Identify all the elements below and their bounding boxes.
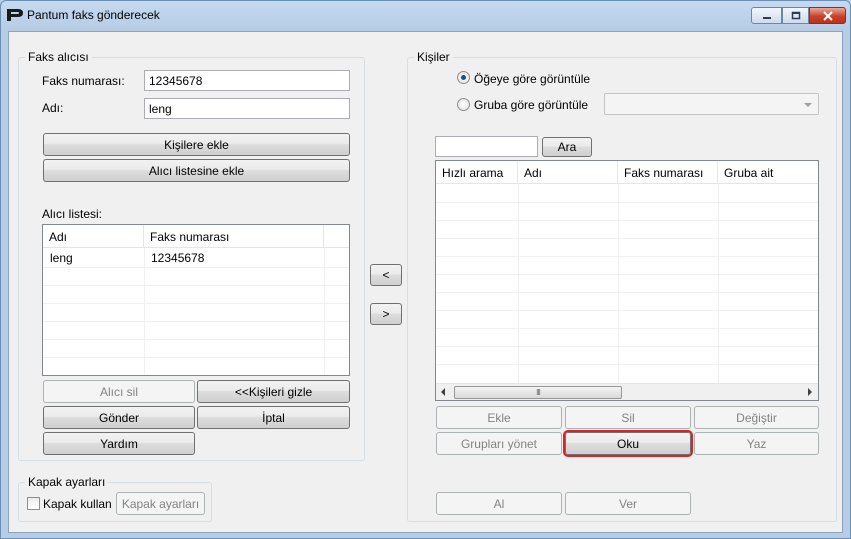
chevron-down-icon [804, 103, 812, 107]
grid-line [436, 364, 818, 365]
cover-settings-button[interactable]: Kapak ayarları [116, 492, 205, 515]
view-by-item-label[interactable]: Öğeye göre görüntüle [474, 72, 590, 86]
close-icon [822, 10, 833, 21]
recipient-list-header: Adı Faks numarası [43, 225, 349, 248]
column-header-speed-dial[interactable]: Hızlı arama [436, 161, 518, 184]
add-to-recipients-button[interactable]: Alıcı listesine ekle [43, 159, 350, 182]
close-button[interactable] [809, 7, 846, 24]
scroll-thumb[interactable]: III [454, 386, 622, 399]
grid-line [618, 184, 619, 384]
move-left-button[interactable]: < [370, 264, 402, 286]
scroll-right-icon[interactable] [808, 388, 812, 396]
horizontal-scrollbar[interactable]: III [436, 383, 818, 400]
cover-group-title: Kapak ayarları [25, 475, 109, 489]
dialog-client-area: Faks alıcısı Faks numarası: Adı: Kişiler… [8, 31, 843, 533]
fax-number-label: Faks numarası: [42, 74, 125, 88]
recipient-group-title: Faks alıcısı [25, 50, 92, 64]
recipient-list-label: Alıcı listesi: [42, 207, 103, 221]
contacts-group: Kişiler Öğeye göre görüntüle Gruba göre … [407, 50, 837, 522]
cover-settings-group: Kapak ayarları Kapak kullan Kapak ayarla… [18, 475, 212, 522]
contacts-search-input[interactable] [435, 136, 538, 157]
grid-line [43, 303, 349, 304]
grid-line [43, 285, 349, 286]
contacts-list[interactable]: Hızlı arama Adı Faks numarası Gruba ait [435, 160, 819, 401]
minimize-icon [762, 16, 771, 19]
column-header-name[interactable]: Adı [518, 161, 618, 184]
give-button[interactable]: Ver [565, 492, 691, 515]
maximize-icon [791, 11, 800, 20]
contacts-group-title: Kişiler [414, 50, 453, 64]
use-cover-checkbox[interactable] [27, 497, 40, 510]
move-right-button[interactable]: > [370, 303, 402, 325]
write-button[interactable]: Yaz [694, 432, 819, 455]
view-by-item-radio[interactable] [457, 71, 470, 84]
view-by-group-label[interactable]: Gruba göre görüntüle [474, 98, 588, 112]
fax-window: Pantum faks gönderecek Faks alıcısı Faks… [0, 0, 851, 539]
scroll-left-icon[interactable] [441, 388, 445, 396]
edit-contact-button[interactable]: Değiştir [694, 406, 819, 429]
fax-number-input[interactable] [144, 70, 350, 91]
group-select[interactable] [604, 93, 819, 115]
use-cover-label[interactable]: Kapak kullan [43, 497, 112, 511]
grid-line [436, 310, 818, 311]
manage-groups-button[interactable]: Grupları yönet [436, 432, 562, 455]
grid-line [43, 267, 349, 268]
grid-line [43, 321, 349, 322]
grid-line [436, 292, 818, 293]
table-row[interactable]: leng 12345678 [43, 249, 324, 267]
search-button[interactable]: Ara [542, 137, 592, 157]
column-header-spare [324, 225, 349, 248]
cancel-button[interactable]: İptal [197, 406, 350, 429]
minimize-button[interactable] [751, 7, 782, 24]
grid-line [436, 202, 818, 203]
view-by-group-radio[interactable] [457, 98, 470, 111]
row-name: leng [50, 251, 73, 265]
window-title: Pantum faks gönderecek [27, 8, 160, 22]
maximize-button[interactable] [782, 7, 809, 24]
receive-button[interactable]: Al [436, 492, 562, 515]
grid-line [436, 256, 818, 257]
column-header-group[interactable]: Gruba ait [718, 161, 818, 184]
contacts-list-header: Hızlı arama Adı Faks numarası Gruba ait [436, 161, 818, 184]
recipient-list[interactable]: Adı Faks numarası leng 12345678 [42, 224, 350, 376]
column-header-name[interactable]: Adı [43, 225, 144, 248]
name-label: Adı: [42, 101, 64, 115]
grid-line [436, 328, 818, 329]
grid-line [436, 238, 818, 239]
column-header-fax[interactable]: Faks numarası [618, 161, 718, 184]
delete-recipient-button[interactable]: Alıcı sil [43, 380, 195, 403]
read-button[interactable]: Oku [563, 430, 693, 457]
recipient-group: Faks alıcısı Faks numarası: Adı: Kişiler… [18, 50, 365, 461]
row-fax: 12345678 [151, 251, 205, 265]
add-to-contacts-button[interactable]: Kişilere ekle [43, 133, 350, 156]
title-bar[interactable]: Pantum faks gönderecek [1, 1, 850, 29]
grid-line [718, 184, 719, 384]
help-button[interactable]: Yardım [43, 432, 195, 455]
name-input[interactable] [144, 98, 350, 119]
scroll-grip: III [536, 388, 541, 397]
grid-line [43, 357, 349, 358]
hide-contacts-button[interactable]: <<Kişileri gizle [197, 380, 350, 403]
grid-line [436, 220, 818, 221]
delete-contact-button[interactable]: Sil [565, 406, 691, 429]
grid-line [436, 274, 818, 275]
add-contact-button[interactable]: Ekle [436, 406, 562, 429]
pantum-logo-icon [7, 9, 23, 21]
grid-line [436, 346, 818, 347]
send-button[interactable]: Gönder [43, 406, 195, 429]
grid-line [518, 184, 519, 384]
grid-line [43, 339, 349, 340]
column-header-fax[interactable]: Faks numarası [144, 225, 324, 248]
